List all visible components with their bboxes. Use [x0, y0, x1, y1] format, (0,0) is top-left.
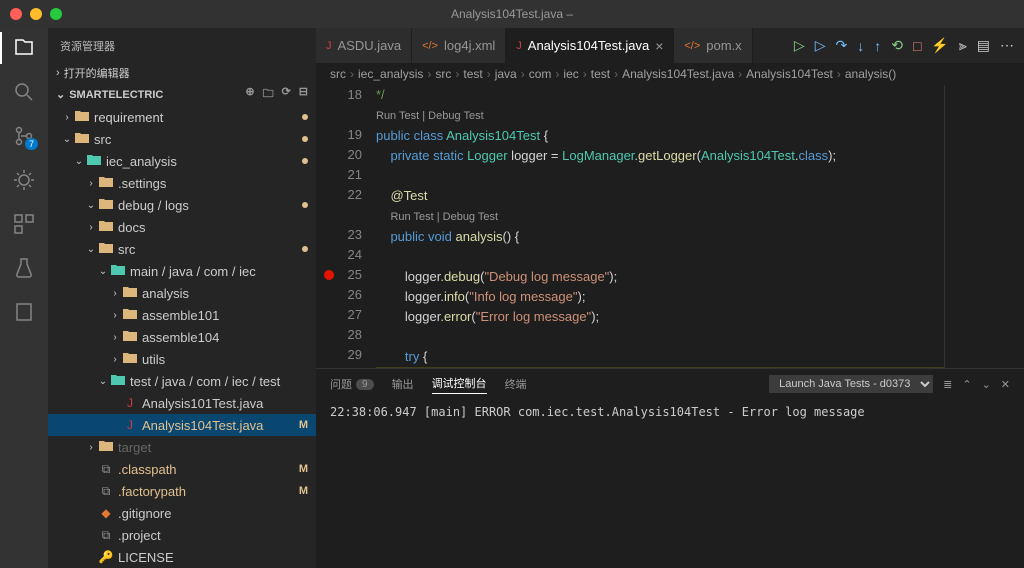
tree-item[interactable]: ›docs: [48, 216, 316, 238]
close-panel-icon[interactable]: ✕: [1001, 378, 1010, 391]
tree-item[interactable]: ⌄iec_analysis: [48, 150, 316, 172]
launch-config-select[interactable]: Launch Java Tests - d0373: [769, 375, 933, 393]
tree-item[interactable]: ◆.gitignore: [48, 502, 316, 524]
breadcrumb[interactable]: src›iec_analysis›src›test›java›com›iec›t…: [316, 63, 1024, 85]
tree-item[interactable]: ⧉.factorypathM: [48, 480, 316, 502]
toolbar-icon[interactable]: ⟲: [891, 37, 903, 54]
tree-item[interactable]: ⧉.classpathM: [48, 458, 316, 480]
activity-bar: 7: [0, 28, 48, 568]
maximize-window-icon[interactable]: [50, 8, 62, 20]
code-editor[interactable]: 18192021222324252627282930▷8485 */Run Te…: [316, 85, 1024, 368]
breadcrumb-item[interactable]: iec_analysis: [358, 67, 423, 81]
tree-item[interactable]: ⌄src: [48, 128, 316, 150]
tree-item[interactable]: ›requirement: [48, 106, 316, 128]
toolbar-icon[interactable]: ⋯: [1000, 37, 1014, 54]
workspace-section[interactable]: ⌄ SMARTELECTRIC ⊕ 🗀 ⟳ ⊟: [48, 83, 316, 106]
close-window-icon[interactable]: [10, 8, 22, 20]
editor-tab[interactable]: JAnalysis104Test.java×: [506, 28, 674, 63]
search-icon[interactable]: [12, 80, 36, 104]
toolbar-icon[interactable]: ↷: [835, 37, 847, 54]
breadcrumb-item[interactable]: iec: [563, 67, 578, 81]
minimize-window-icon[interactable]: [30, 8, 42, 20]
minimap[interactable]: [944, 85, 1024, 368]
breadcrumb-item[interactable]: java: [495, 67, 517, 81]
toolbar-icon[interactable]: ⫸: [959, 37, 967, 54]
refresh-icon[interactable]: ⟳: [282, 85, 291, 104]
tree-item[interactable]: 🔑LICENSE: [48, 546, 316, 568]
tree-item[interactable]: ›target: [48, 436, 316, 458]
window-title: Analysis104Test.java –: [451, 7, 573, 21]
toolbar-icon[interactable]: ▷: [815, 37, 826, 54]
bottom-panel: 问题9 输出 调试控制台 终端 Launch Java Tests - d037…: [316, 368, 1024, 568]
editor-tabs: JASDU.java</>log4j.xmlJAnalysis104Test.j…: [316, 28, 1024, 63]
tree-item[interactable]: ›assemble104: [48, 326, 316, 348]
breadcrumb-item[interactable]: src: [330, 67, 346, 81]
breadcrumb-item[interactable]: Analysis104Test.java: [622, 67, 734, 81]
editor-tab[interactable]: </>pom.x: [674, 28, 752, 63]
explorer-icon[interactable]: [12, 36, 36, 60]
breadcrumb-item[interactable]: Analysis104Test: [746, 67, 833, 81]
chevron-down-icon[interactable]: ⌄: [982, 378, 991, 391]
sidebar: 资源管理器 › 打开的编辑器 ⌄ SMARTELECTRIC ⊕ 🗀 ⟳ ⊟ ›…: [48, 28, 316, 568]
toolbar-icon[interactable]: ▷: [794, 37, 805, 54]
toolbar-icon[interactable]: ↓: [857, 38, 864, 54]
tree-item[interactable]: ⧉.project: [48, 524, 316, 546]
collapse-icon[interactable]: ⊟: [299, 85, 308, 104]
debug-toolbar: ▷ ▷ ↷ ↓ ↑ ⟲ □ ⚡ ⫸ ▤ ⋯: [784, 28, 1024, 63]
sidebar-title: 资源管理器: [60, 38, 115, 54]
tab-problems[interactable]: 问题9: [330, 376, 374, 392]
extensions-icon[interactable]: [12, 212, 36, 236]
test-icon[interactable]: [12, 256, 36, 280]
toolbar-icon[interactable]: ⚡: [931, 37, 948, 54]
titlebar: Analysis104Test.java –: [0, 0, 1024, 28]
code-content[interactable]: */Run Test | Debug Testpublic class Anal…: [376, 85, 944, 368]
toolbar-icon[interactable]: ↑: [874, 38, 881, 54]
toolbar-icon[interactable]: □: [913, 38, 921, 54]
tree-item[interactable]: JAnalysis104Test.javaM: [48, 414, 316, 436]
new-file-icon[interactable]: ⊕: [245, 85, 254, 104]
tab-terminal[interactable]: 终端: [505, 376, 527, 392]
editor-area: JASDU.java</>log4j.xmlJAnalysis104Test.j…: [316, 28, 1024, 568]
bookmark-icon[interactable]: [12, 300, 36, 324]
breadcrumb-item[interactable]: src: [435, 67, 451, 81]
tree-item[interactable]: ›assemble101: [48, 304, 316, 326]
close-tab-icon[interactable]: ×: [655, 38, 663, 54]
breadcrumb-item[interactable]: test: [591, 67, 610, 81]
tree-item[interactable]: ⌄test / java / com / iec / test: [48, 370, 316, 392]
tree-item[interactable]: JAnalysis101Test.java: [48, 392, 316, 414]
console-output[interactable]: 22:38:06.947 [main] ERROR com.iec.test.A…: [316, 399, 1024, 568]
filter-icon[interactable]: ≣: [943, 378, 952, 391]
tree-item[interactable]: ⌄src: [48, 238, 316, 260]
toolbar-icon[interactable]: ▤: [977, 37, 990, 54]
scm-badge: 7: [25, 138, 38, 150]
sidebar-header: 资源管理器: [48, 28, 316, 63]
file-tree: ›requirement⌄src⌄iec_analysis›.settings⌄…: [48, 106, 316, 568]
tree-item[interactable]: ›analysis: [48, 282, 316, 304]
breadcrumb-item[interactable]: com: [529, 67, 552, 81]
editor-tab[interactable]: JASDU.java: [316, 28, 412, 63]
chevron-up-icon[interactable]: ⌃: [962, 378, 971, 391]
panel-tabs: 问题9 输出 调试控制台 终端 Launch Java Tests - d037…: [316, 369, 1024, 399]
source-control-icon[interactable]: 7: [12, 124, 36, 148]
debug-icon[interactable]: [12, 168, 36, 192]
breadcrumb-item[interactable]: analysis(): [845, 67, 896, 81]
traffic-lights: [0, 8, 62, 20]
open-editors-section[interactable]: › 打开的编辑器: [48, 63, 316, 83]
tree-item[interactable]: ⌄debug / logs: [48, 194, 316, 216]
breadcrumb-item[interactable]: test: [463, 67, 482, 81]
new-folder-icon[interactable]: 🗀: [263, 85, 274, 104]
tree-item[interactable]: ›utils: [48, 348, 316, 370]
tree-item[interactable]: ⌄main / java / com / iec: [48, 260, 316, 282]
gutter: 18192021222324252627282930▷8485: [316, 85, 376, 368]
tab-debug-console[interactable]: 调试控制台: [432, 375, 487, 394]
tab-output[interactable]: 输出: [392, 376, 414, 392]
tree-item[interactable]: ›.settings: [48, 172, 316, 194]
editor-tab[interactable]: </>log4j.xml: [412, 28, 506, 63]
